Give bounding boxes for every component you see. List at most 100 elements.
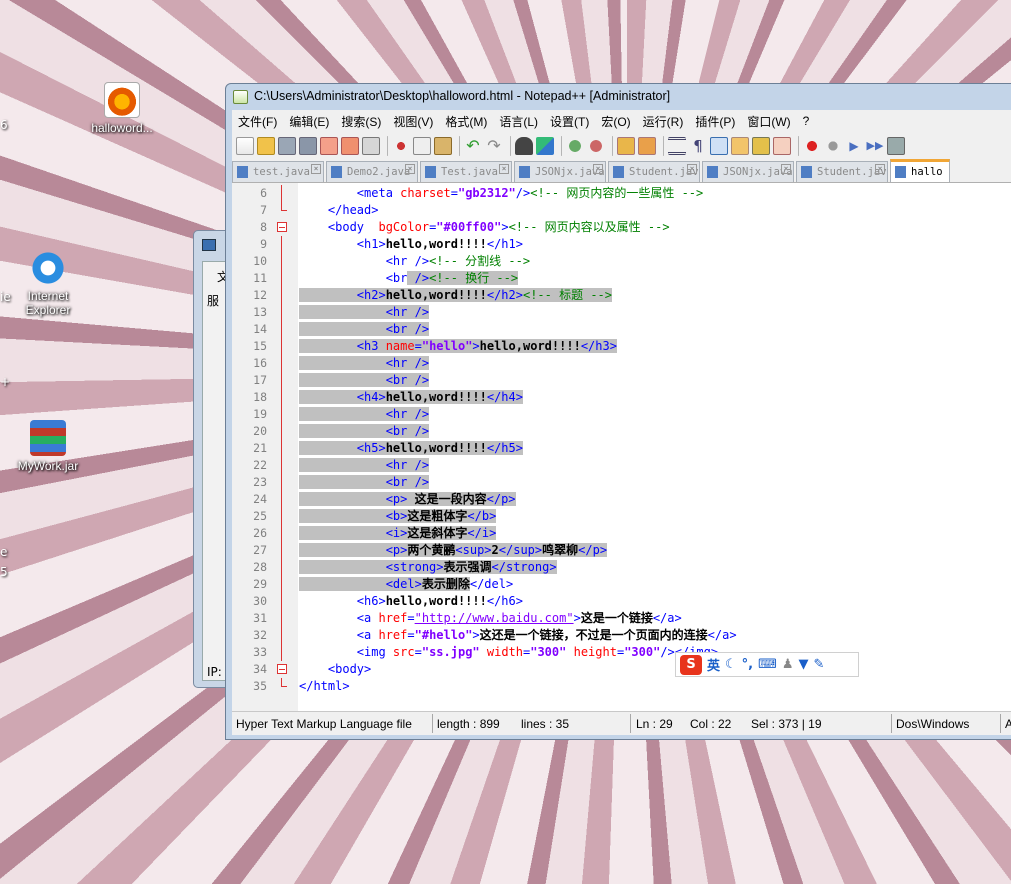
tab-test-java-2[interactable]: Test.java × bbox=[420, 161, 512, 182]
code-line[interactable]: 28 <strong>表示强调</strong> bbox=[232, 559, 1011, 576]
code-line[interactable]: 18 <h4>hello,word!!!!</h4> bbox=[232, 389, 1011, 406]
punctuation-icon[interactable]: °, bbox=[742, 657, 753, 672]
close-tab-icon[interactable]: × bbox=[593, 164, 603, 174]
code-line[interactable]: 11 <br /><!-- 换行 --> bbox=[232, 270, 1011, 287]
sogou-logo-icon[interactable]: S bbox=[680, 654, 702, 675]
save-all-icon[interactable] bbox=[299, 136, 317, 155]
code-line[interactable]: 10 <hr /><!-- 分割线 --> bbox=[232, 253, 1011, 270]
ime-language-toggle[interactable]: 英 bbox=[707, 655, 720, 674]
code-line[interactable]: 30 <h6>hello,word!!!!</h6> bbox=[232, 593, 1011, 610]
code-line[interactable]: 27 <p>两个黄鹂<sup>2</sup>鸣翠柳</p> bbox=[232, 542, 1011, 559]
desktop-icon-mywork-jar[interactable]: MyWork.jar bbox=[8, 420, 88, 473]
new-file-icon[interactable] bbox=[236, 136, 254, 155]
tab-test-java[interactable]: test.java × bbox=[232, 161, 324, 182]
code-line[interactable]: 25 <b>这是粗体字</b> bbox=[232, 508, 1011, 525]
code-line[interactable]: 23 <br /> bbox=[232, 474, 1011, 491]
close-tab-icon[interactable]: × bbox=[311, 164, 321, 174]
menu-search[interactable]: 搜索(S) bbox=[335, 113, 387, 130]
code-line[interactable]: 33 <img src="ss.jpg" width="300" height=… bbox=[232, 644, 1011, 661]
record-macro-icon[interactable] bbox=[803, 136, 821, 155]
code-line[interactable]: 34 <body> bbox=[232, 661, 1011, 678]
replace-icon[interactable] bbox=[536, 136, 554, 155]
paste-icon[interactable] bbox=[434, 136, 452, 155]
function-list-icon[interactable] bbox=[773, 136, 791, 155]
menu-run[interactable]: 运行(R) bbox=[637, 113, 690, 130]
code-line[interactable]: 6 <meta charset="gb2312"/><!-- 网页内容的一些属性… bbox=[232, 185, 1011, 202]
print-icon[interactable] bbox=[362, 136, 380, 155]
tab-demo2-java[interactable]: Demo2.java × bbox=[326, 161, 418, 182]
moon-icon[interactable]: ☾ bbox=[725, 657, 737, 672]
code-line[interactable]: 31 <a href="http://www.baidu.com">这是一个链接… bbox=[232, 610, 1011, 627]
save-macro-icon[interactable] bbox=[887, 136, 905, 155]
word-wrap-icon[interactable] bbox=[668, 136, 686, 155]
redo-icon[interactable]: ↷ bbox=[485, 136, 503, 155]
find-icon[interactable] bbox=[515, 136, 533, 155]
zoom-in-icon[interactable] bbox=[566, 136, 584, 155]
menu-window[interactable]: 窗口(W) bbox=[741, 113, 796, 130]
menu-language[interactable]: 语言(L) bbox=[493, 113, 544, 130]
code-line[interactable]: 14 <br /> bbox=[232, 321, 1011, 338]
title-bar[interactable]: C:\Users\Administrator\Desktop\halloword… bbox=[226, 84, 1011, 110]
save-icon[interactable] bbox=[278, 136, 296, 155]
menu-help[interactable]: ? bbox=[797, 114, 816, 128]
desktop-icon-halloword[interactable]: halloword... bbox=[82, 82, 162, 135]
code-line[interactable]: 8 <body bgColor="#00ff00"><!-- 网页内容以及属性 … bbox=[232, 219, 1011, 236]
menu-format[interactable]: 格式(M) bbox=[439, 113, 493, 130]
open-file-icon[interactable] bbox=[257, 136, 275, 155]
undo-icon[interactable]: ↶ bbox=[464, 136, 482, 155]
user-icon[interactable]: ♟ bbox=[782, 657, 794, 672]
show-all-chars-icon[interactable]: ¶ bbox=[689, 137, 707, 155]
play-macro-icon[interactable]: ▶ bbox=[845, 137, 863, 155]
menu-plugins[interactable]: 插件(P) bbox=[689, 113, 741, 130]
ime-toolbar[interactable]: S 英 ☾ °, ⌨ ♟ ▼ ✎ bbox=[675, 652, 859, 677]
code-line[interactable]: 7 </head> bbox=[232, 202, 1011, 219]
close-tab-icon[interactable]: × bbox=[405, 164, 415, 174]
indent-guide-icon[interactable] bbox=[710, 136, 728, 155]
code-line[interactable]: 20 <br /> bbox=[232, 423, 1011, 440]
code-line[interactable]: 17 <br /> bbox=[232, 372, 1011, 389]
code-line[interactable]: 35 </html> bbox=[232, 678, 1011, 695]
code-line[interactable]: 15 <h3 name="hello">hello,word!!!!</h3> bbox=[232, 338, 1011, 355]
code-line[interactable]: 24 <p> 这是一段内容</p> bbox=[232, 491, 1011, 508]
tab-jsonjx-java[interactable]: JSONjx.java × bbox=[514, 161, 606, 182]
keyboard-icon[interactable]: ⌨ bbox=[758, 657, 777, 672]
close-tab-icon[interactable]: × bbox=[781, 164, 791, 174]
zoom-out-icon[interactable] bbox=[587, 136, 605, 155]
menu-settings[interactable]: 设置(T) bbox=[544, 113, 595, 130]
code-line[interactable]: 9 <h1>hello,word!!!!</h1> bbox=[232, 236, 1011, 253]
close-tab-icon[interactable]: × bbox=[687, 164, 697, 174]
code-line[interactable]: 29 <del>表示删除</del> bbox=[232, 576, 1011, 593]
wrench-icon[interactable]: ✎ bbox=[814, 657, 825, 672]
close-tab-icon[interactable]: × bbox=[875, 164, 885, 174]
code-line[interactable]: 22 <hr /> bbox=[232, 457, 1011, 474]
fold-toggle-icon[interactable] bbox=[276, 219, 288, 236]
cut-icon[interactable] bbox=[392, 136, 410, 155]
stop-macro-icon[interactable] bbox=[824, 136, 842, 155]
user-define-lang-icon[interactable] bbox=[731, 136, 749, 155]
tab-halloword-html[interactable]: hallo bbox=[890, 159, 950, 182]
fold-toggle-icon[interactable] bbox=[276, 661, 288, 678]
close-tab-icon[interactable]: × bbox=[499, 164, 509, 174]
code-line[interactable]: 32 <a href="#hello">这还是一个链接，不过是一个页面内的连接<… bbox=[232, 627, 1011, 644]
code-line[interactable]: 21 <h5>hello,word!!!!</h5> bbox=[232, 440, 1011, 457]
notepadpp-window[interactable]: C:\Users\Administrator\Desktop\halloword… bbox=[225, 83, 1011, 740]
menu-file[interactable]: 文件(F) bbox=[232, 113, 283, 130]
close-file-icon[interactable] bbox=[320, 136, 338, 155]
desktop-icon-internet-explorer[interactable]: Internet Explorer bbox=[8, 250, 88, 317]
skin-shirt-icon[interactable]: ▼ bbox=[799, 657, 809, 672]
code-line[interactable]: 26 <i>这是斜体字</i> bbox=[232, 525, 1011, 542]
sync-vertical-icon[interactable] bbox=[617, 136, 635, 155]
menu-view[interactable]: 视图(V) bbox=[387, 113, 439, 130]
code-line[interactable]: 16 <hr /> bbox=[232, 355, 1011, 372]
copy-icon[interactable] bbox=[413, 136, 431, 155]
code-line[interactable]: 13 <hr /> bbox=[232, 304, 1011, 321]
close-all-icon[interactable] bbox=[341, 136, 359, 155]
code-line[interactable]: 12 <h2>hello,word!!!!</h2><!-- 标题 --> bbox=[232, 287, 1011, 304]
tab-student-java[interactable]: Student.java × bbox=[608, 161, 700, 182]
tab-jsonjx-java-2[interactable]: JSONjx.java × bbox=[702, 161, 794, 182]
tab-student-java-2[interactable]: Student.java × bbox=[796, 161, 888, 182]
code-line[interactable]: 19 <hr /> bbox=[232, 406, 1011, 423]
sync-horizontal-icon[interactable] bbox=[638, 136, 656, 155]
code-editor[interactable]: 6 <meta charset="gb2312"/><!-- 网页内容的一些属性… bbox=[232, 183, 1011, 711]
menu-edit[interactable]: 编辑(E) bbox=[283, 113, 335, 130]
